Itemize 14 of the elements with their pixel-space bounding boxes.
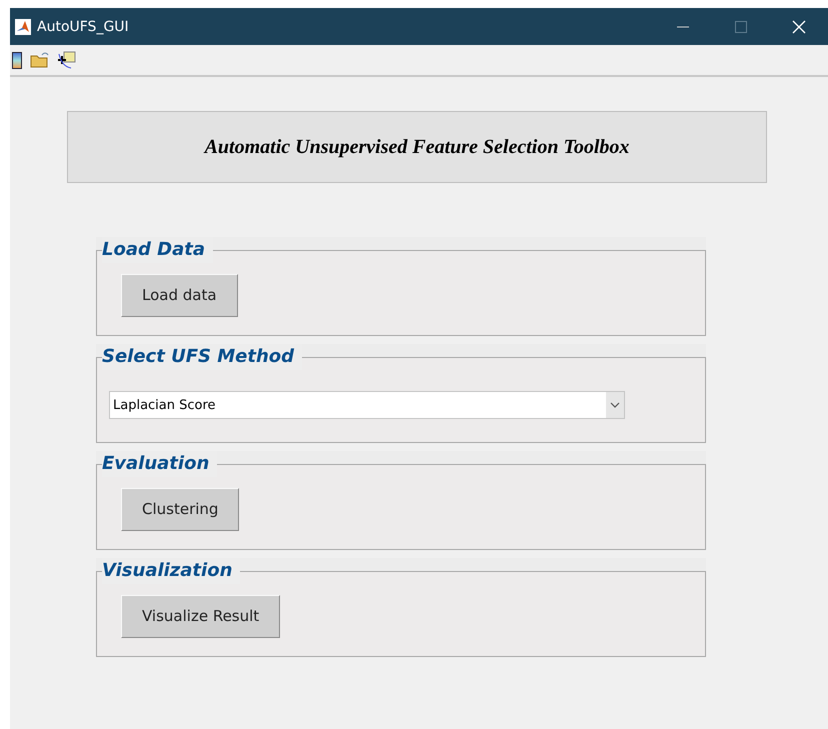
close-button[interactable] xyxy=(792,20,806,34)
toolbox-title: Automatic Unsupervised Feature Selection Toolbox xyxy=(204,136,630,158)
maximize-button[interactable] xyxy=(735,20,747,32)
colorbar-icon[interactable] xyxy=(12,52,22,68)
action-button[interactable]: Clustering xyxy=(121,488,240,530)
folder-icon[interactable] xyxy=(30,52,49,68)
minimize-button[interactable] xyxy=(677,26,689,28)
action-button[interactable]: Visualize Result xyxy=(121,594,280,638)
chevron-down-icon xyxy=(610,402,620,408)
window-title: AutoUFS_GUI xyxy=(37,18,130,34)
action-button[interactable]: Load data xyxy=(121,274,238,316)
app-logo-icon xyxy=(15,18,31,34)
method-dropdown[interactable]: Laplacian Score xyxy=(109,391,625,419)
data-cursor-icon[interactable] xyxy=(57,51,77,69)
